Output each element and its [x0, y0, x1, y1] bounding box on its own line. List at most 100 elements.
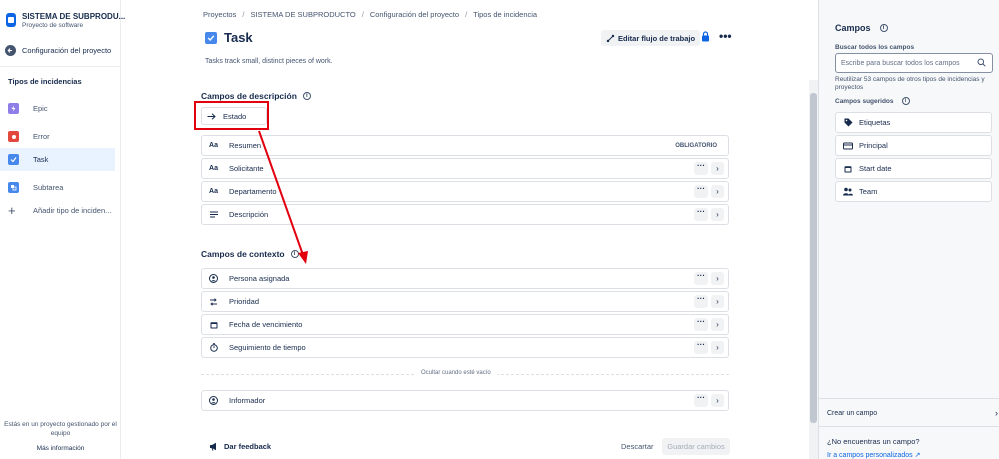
- project-name: SISTEMA DE SUBPRODU...: [22, 12, 126, 21]
- workflow-icon: [606, 34, 615, 42]
- breadcrumb-item[interactable]: Configuración del proyecto: [370, 10, 459, 19]
- breadcrumb-item[interactable]: Proyectos: [203, 10, 236, 19]
- page-title: Task: [224, 30, 253, 45]
- calendar-icon: [208, 321, 219, 329]
- chevron-right-icon[interactable]: ›: [711, 208, 724, 221]
- section-title: Campos de descripción: [201, 91, 297, 101]
- field-row-resumen[interactable]: Aa Resumen OBLIGATORIO: [201, 135, 729, 156]
- search-input[interactable]: Escribe para buscar todos los campos: [835, 53, 993, 73]
- chevron-right-icon[interactable]: ›: [711, 162, 724, 175]
- back-to-project-settings[interactable]: Configuración del proyecto: [0, 38, 120, 62]
- breadcrumb: Proyectos / SISTEMA DE SUBPRODUCTO / Con…: [203, 10, 538, 19]
- issue-type-description: Tasks track small, distinct pieces of wo…: [205, 58, 333, 65]
- not-found-text: ¿No encuentras un campo?: [827, 437, 920, 446]
- info-icon[interactable]: i: [302, 92, 311, 100]
- custom-fields-link[interactable]: Ir a campos personalizados ↗: [827, 451, 920, 459]
- add-issue-type-button[interactable]: + Añadir tipo de inciden...: [0, 199, 120, 222]
- save-changes-button[interactable]: Guardar cambios: [662, 438, 730, 455]
- more-icon[interactable]: ···: [694, 272, 708, 285]
- project-header[interactable]: SISTEMA DE SUBPRODU... Proyecto de softw…: [0, 0, 125, 38]
- field-row-solicitante[interactable]: Aa Solicitante ··· ›: [201, 158, 729, 179]
- suggested-field-label: Team: [859, 187, 878, 196]
- field-label: Solicitante: [229, 164, 264, 173]
- sidebar-item-error[interactable]: Error: [0, 125, 120, 148]
- more-icon[interactable]: ···: [694, 185, 708, 198]
- text-icon: Aa: [209, 165, 218, 172]
- chevron-right-icon[interactable]: ›: [711, 341, 724, 354]
- context-fields-title: Campos de contexto i: [201, 249, 299, 259]
- lock-icon[interactable]: [701, 31, 710, 44]
- field-row-descripcion[interactable]: Descripción ··· ›: [201, 204, 729, 225]
- info-icon[interactable]: i: [901, 97, 910, 105]
- megaphone-icon: [210, 442, 216, 451]
- hidden-when-empty-label: Ocultar cuando esté vacío: [415, 370, 497, 376]
- sidebar-footer: Estás en un proyecto gestionado por el e…: [0, 420, 121, 453]
- text-icon: Aa: [209, 188, 218, 195]
- suggested-field-start-date[interactable]: Start date: [835, 158, 992, 179]
- more-icon[interactable]: ···: [694, 162, 708, 175]
- breadcrumb-item[interactable]: SISTEMA DE SUBPRODUCTO: [250, 10, 355, 19]
- description-fields-title: Campos de descripción i: [201, 91, 311, 101]
- priority-icon: [208, 297, 219, 306]
- more-icon[interactable]: ···: [694, 394, 708, 407]
- edit-workflow-label: Editar flujo de trabajo: [618, 33, 696, 43]
- breadcrumb-item[interactable]: Tipos de incidencia: [473, 10, 537, 19]
- status-field-label: Estado: [223, 111, 247, 121]
- field-label: Persona asignada: [229, 274, 290, 283]
- info-icon[interactable]: i: [290, 250, 299, 258]
- chevron-right-icon: ›: [995, 408, 998, 418]
- more-actions-icon[interactable]: •••: [719, 30, 732, 42]
- give-feedback-button[interactable]: Dar feedback: [209, 442, 271, 451]
- suggested-field-label: Start date: [859, 164, 892, 173]
- field-row-seguimiento-tiempo[interactable]: Seguimiento de tiempo ··· ›: [201, 337, 729, 358]
- fields-panel: Campos i Buscar todos los campos Escribe…: [818, 0, 999, 459]
- text-icon: Aa: [209, 142, 218, 149]
- chevron-right-icon[interactable]: ›: [711, 295, 724, 308]
- person-icon: [208, 274, 219, 283]
- scrollbar-thumb[interactable]: [810, 93, 817, 423]
- more-info-link[interactable]: Más información: [0, 444, 121, 453]
- suggested-field-etiquetas[interactable]: Etiquetas: [835, 112, 992, 133]
- section-title: Campos de contexto: [201, 249, 285, 259]
- sidebar-item-label: Error: [33, 132, 50, 141]
- field-row-departamento[interactable]: Aa Departamento ··· ›: [201, 181, 729, 202]
- chevron-right-icon[interactable]: ›: [711, 318, 724, 331]
- field-label: Seguimiento de tiempo: [229, 343, 306, 352]
- plus-icon: +: [8, 203, 16, 218]
- people-icon: [843, 187, 853, 196]
- search-placeholder: Escribe para buscar todos los campos: [841, 59, 960, 67]
- field-row-informador[interactable]: Informador ··· ›: [201, 390, 729, 411]
- task-icon: [205, 31, 217, 44]
- chevron-right-icon[interactable]: ›: [711, 394, 724, 407]
- sidebar-item-task[interactable]: Task: [0, 148, 115, 171]
- sidebar-item-epic[interactable]: Epic: [0, 97, 120, 120]
- more-icon[interactable]: ···: [694, 295, 708, 308]
- suggested-title-text: Campos sugeridos: [835, 97, 894, 105]
- more-icon[interactable]: ···: [694, 318, 708, 331]
- field-row-fecha-vencimiento[interactable]: Fecha de vencimiento ··· ›: [201, 314, 729, 335]
- issue-types-title: Tipos de incidencias: [8, 77, 82, 86]
- chevron-right-icon[interactable]: ›: [711, 185, 724, 198]
- tag-icon: [843, 118, 853, 127]
- suggested-field-team[interactable]: Team: [835, 181, 992, 202]
- discard-button[interactable]: Descartar: [621, 442, 654, 451]
- chevron-right-icon[interactable]: ›: [711, 272, 724, 285]
- edit-workflow-button[interactable]: Editar flujo de trabajo: [601, 30, 701, 46]
- panel-title: Campos i: [835, 23, 888, 33]
- custom-fields-link-text: Ir a campos personalizados: [827, 452, 913, 459]
- task-icon: [8, 154, 19, 165]
- feedback-label: Dar feedback: [224, 442, 272, 451]
- status-field[interactable]: Estado: [201, 107, 267, 125]
- field-row-persona-asignada[interactable]: Persona asignada ··· ›: [201, 268, 729, 289]
- sidebar-item-subtask[interactable]: Subtarea: [0, 176, 120, 199]
- field-row-prioridad[interactable]: Prioridad ··· ›: [201, 291, 729, 312]
- field-label: Informador: [229, 396, 266, 405]
- more-icon[interactable]: ···: [694, 341, 708, 354]
- field-label: Resumen: [229, 141, 262, 150]
- search-icon: [977, 58, 986, 67]
- suggested-field-principal[interactable]: Principal: [835, 135, 992, 156]
- suggested-field-label: Etiquetas: [859, 118, 891, 127]
- create-field-button[interactable]: Crear un campo ›: [827, 408, 998, 418]
- more-icon[interactable]: ···: [694, 208, 708, 221]
- info-icon[interactable]: i: [879, 24, 888, 32]
